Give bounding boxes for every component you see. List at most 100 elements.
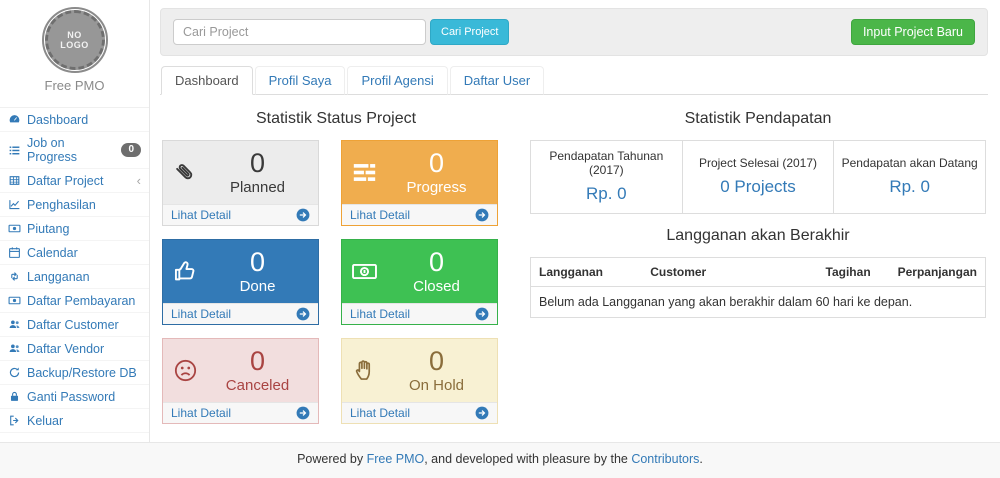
dashboard-content: Statistik Status Project 0Planned Lihat D… bbox=[160, 95, 988, 424]
sidebar-item-label: Daftar Customer bbox=[27, 318, 119, 332]
lihat-detail-label: Lihat Detail bbox=[171, 307, 231, 321]
hand-icon bbox=[351, 357, 385, 384]
card-count: 0 bbox=[206, 347, 309, 375]
status-card-done: 0Done Lihat Detail bbox=[162, 239, 319, 325]
stat-value: 0 Projects bbox=[687, 177, 830, 197]
users-icon bbox=[8, 342, 21, 355]
arrow-circle-right-icon bbox=[296, 307, 310, 321]
sidebar-item-label: Daftar Pembayaran bbox=[27, 294, 135, 308]
table-row: Belum ada Langganan yang akan berakhir d… bbox=[531, 287, 986, 318]
lihat-detail-label: Lihat Detail bbox=[171, 406, 231, 420]
sidebar-item-langganan[interactable]: Langganan bbox=[0, 265, 149, 289]
arrow-circle-right-icon bbox=[296, 208, 310, 222]
card-count: 0 bbox=[206, 149, 309, 177]
tab-daftar-user[interactable]: Daftar User bbox=[450, 66, 544, 95]
tab-dashboard[interactable]: Dashboard bbox=[161, 66, 253, 95]
column-header-perpanjangan: Perpanjangan bbox=[890, 258, 986, 287]
footer-text-suffix: . bbox=[699, 452, 702, 466]
stat-label: Pendapatan Tahunan (2017) bbox=[535, 149, 678, 177]
dashboard-icon bbox=[8, 113, 21, 126]
card-body: 0Done bbox=[163, 240, 318, 303]
lock-icon bbox=[8, 390, 21, 403]
page-footer: Powered by Free PMO, and developed with … bbox=[0, 442, 1000, 478]
card-label: On Hold bbox=[385, 377, 488, 394]
lihat-detail-label: Lihat Detail bbox=[350, 406, 410, 420]
sidebar-item-job-on-progress[interactable]: Job on Progress0 bbox=[0, 132, 149, 169]
sidebar-item-ganti-password[interactable]: Ganti Password bbox=[0, 385, 149, 409]
income-section-title: Statistik Pendapatan bbox=[530, 110, 986, 128]
income-stat-pendapatan-tahunan-2017: Pendapatan Tahunan (2017)Rp. 0 bbox=[531, 141, 683, 214]
sidebar-item-label: Langganan bbox=[27, 270, 90, 284]
status-section: Statistik Status Project 0Planned Lihat D… bbox=[160, 97, 510, 424]
new-project-button[interactable]: Input Project Baru bbox=[851, 19, 975, 45]
sidebar-item-daftar-pembayaran[interactable]: Daftar Pembayaran bbox=[0, 289, 149, 313]
paperclip-icon bbox=[172, 159, 206, 186]
footer-text-middle: , and developed with pleasure by the bbox=[424, 452, 631, 466]
sidebar-item-label: Calendar bbox=[27, 246, 78, 260]
logo-text-line2: LOGO bbox=[60, 40, 89, 50]
sidebar-item-label: Dashboard bbox=[27, 113, 88, 127]
brand-logo: NO LOGO Free PMO bbox=[0, 0, 149, 101]
lihat-detail-link[interactable]: Lihat Detail bbox=[342, 303, 497, 324]
tab-profil-agensi[interactable]: Profil Agensi bbox=[347, 66, 447, 95]
count-badge: 0 bbox=[121, 143, 141, 157]
lihat-detail-link[interactable]: Lihat Detail bbox=[342, 204, 497, 225]
status-card-progress: 0Progress Lihat Detail bbox=[341, 140, 498, 226]
sidebar-item-label: Piutang bbox=[27, 222, 69, 236]
card-count: 0 bbox=[385, 248, 488, 276]
sidebar-item-label: Backup/Restore DB bbox=[27, 366, 137, 380]
sidebar-item-daftar-customer[interactable]: Daftar Customer bbox=[0, 313, 149, 337]
status-card-planned: 0Planned Lihat Detail bbox=[162, 140, 319, 226]
tab-profil-saya[interactable]: Profil Saya bbox=[255, 66, 346, 95]
sidebar-item-label: Penghasilan bbox=[27, 198, 96, 212]
sidebar-item-daftar-vendor[interactable]: Daftar Vendor bbox=[0, 337, 149, 361]
chevron-left-icon: ‹ bbox=[137, 174, 141, 187]
free-pmo-link[interactable]: Free PMO bbox=[367, 452, 425, 466]
card-body: 0On Hold bbox=[342, 339, 497, 402]
sidebar-item-piutang[interactable]: Piutang bbox=[0, 217, 149, 241]
money-icon bbox=[8, 222, 21, 235]
repeat-icon bbox=[8, 270, 21, 283]
brand-name: Free PMO bbox=[0, 78, 149, 93]
card-body: 0Planned bbox=[163, 141, 318, 204]
tab-bar: DashboardProfil SayaProfil AgensiDaftar … bbox=[160, 66, 988, 95]
column-header-langganan: Langganan bbox=[531, 258, 643, 287]
search-input[interactable] bbox=[173, 19, 426, 45]
status-card-canceled: 0CanceledLihat Detail bbox=[162, 338, 319, 424]
lihat-detail-label: Lihat Detail bbox=[171, 208, 231, 222]
sidebar-item-daftar-project[interactable]: Daftar Project ‹ bbox=[0, 169, 149, 193]
banknote-icon bbox=[351, 258, 385, 285]
status-section-title: Statistik Status Project bbox=[162, 110, 510, 128]
lihat-detail-link[interactable]: Lihat Detail bbox=[163, 303, 318, 324]
lihat-detail-link[interactable]: Lihat Detail bbox=[163, 402, 318, 423]
status-card-on-hold: 0On Hold Lihat Detail bbox=[341, 338, 498, 424]
main-content: Cari Project Input Project Baru Dashboar… bbox=[150, 0, 1000, 442]
tasks-icon bbox=[351, 159, 385, 186]
sidebar-item-label: Daftar Project bbox=[27, 174, 103, 188]
stat-label: Project Selesai (2017) bbox=[687, 156, 830, 170]
status-cards-grid: 0Planned Lihat Detail 0Progress Lihat Detai… bbox=[162, 140, 510, 424]
stat-label: Pendapatan akan Datang bbox=[838, 156, 981, 170]
list-icon bbox=[8, 144, 21, 157]
footer-text-prefix: Powered by bbox=[297, 452, 366, 466]
lihat-detail-link[interactable]: Lihat Detail bbox=[163, 204, 318, 225]
card-label: Done bbox=[206, 278, 309, 295]
sidebar-item-calendar[interactable]: Calendar bbox=[0, 241, 149, 265]
sidebar-item-penghasilan[interactable]: Penghasilan bbox=[0, 193, 149, 217]
frown-icon bbox=[172, 357, 206, 384]
search-button[interactable]: Cari Project bbox=[430, 19, 509, 45]
lihat-detail-link[interactable]: Lihat Detail bbox=[342, 402, 497, 423]
sidebar-item-dashboard[interactable]: Dashboard bbox=[0, 108, 149, 132]
income-stat-pendapatan-akan-datang: Pendapatan akan Datang Rp. 0 bbox=[834, 141, 986, 214]
income-section: Statistik Pendapatan Pendapatan Tahunan … bbox=[510, 97, 988, 424]
income-stats-table: Pendapatan Tahunan (2017)Rp. 0Project Se… bbox=[530, 140, 986, 214]
lihat-detail-label: Lihat Detail bbox=[350, 208, 410, 222]
contributors-link[interactable]: Contributors bbox=[631, 452, 699, 466]
stat-value: Rp. 0 bbox=[838, 177, 981, 197]
card-body: 0Progress bbox=[342, 141, 497, 204]
sidebar-item-backup-restore-db[interactable]: Backup/Restore DB bbox=[0, 361, 149, 385]
sidebar-item-label: Ganti Password bbox=[27, 390, 115, 404]
refresh-icon bbox=[8, 366, 21, 379]
sidebar-item-keluar[interactable]: Keluar bbox=[0, 409, 149, 433]
lihat-detail-label: Lihat Detail bbox=[350, 307, 410, 321]
